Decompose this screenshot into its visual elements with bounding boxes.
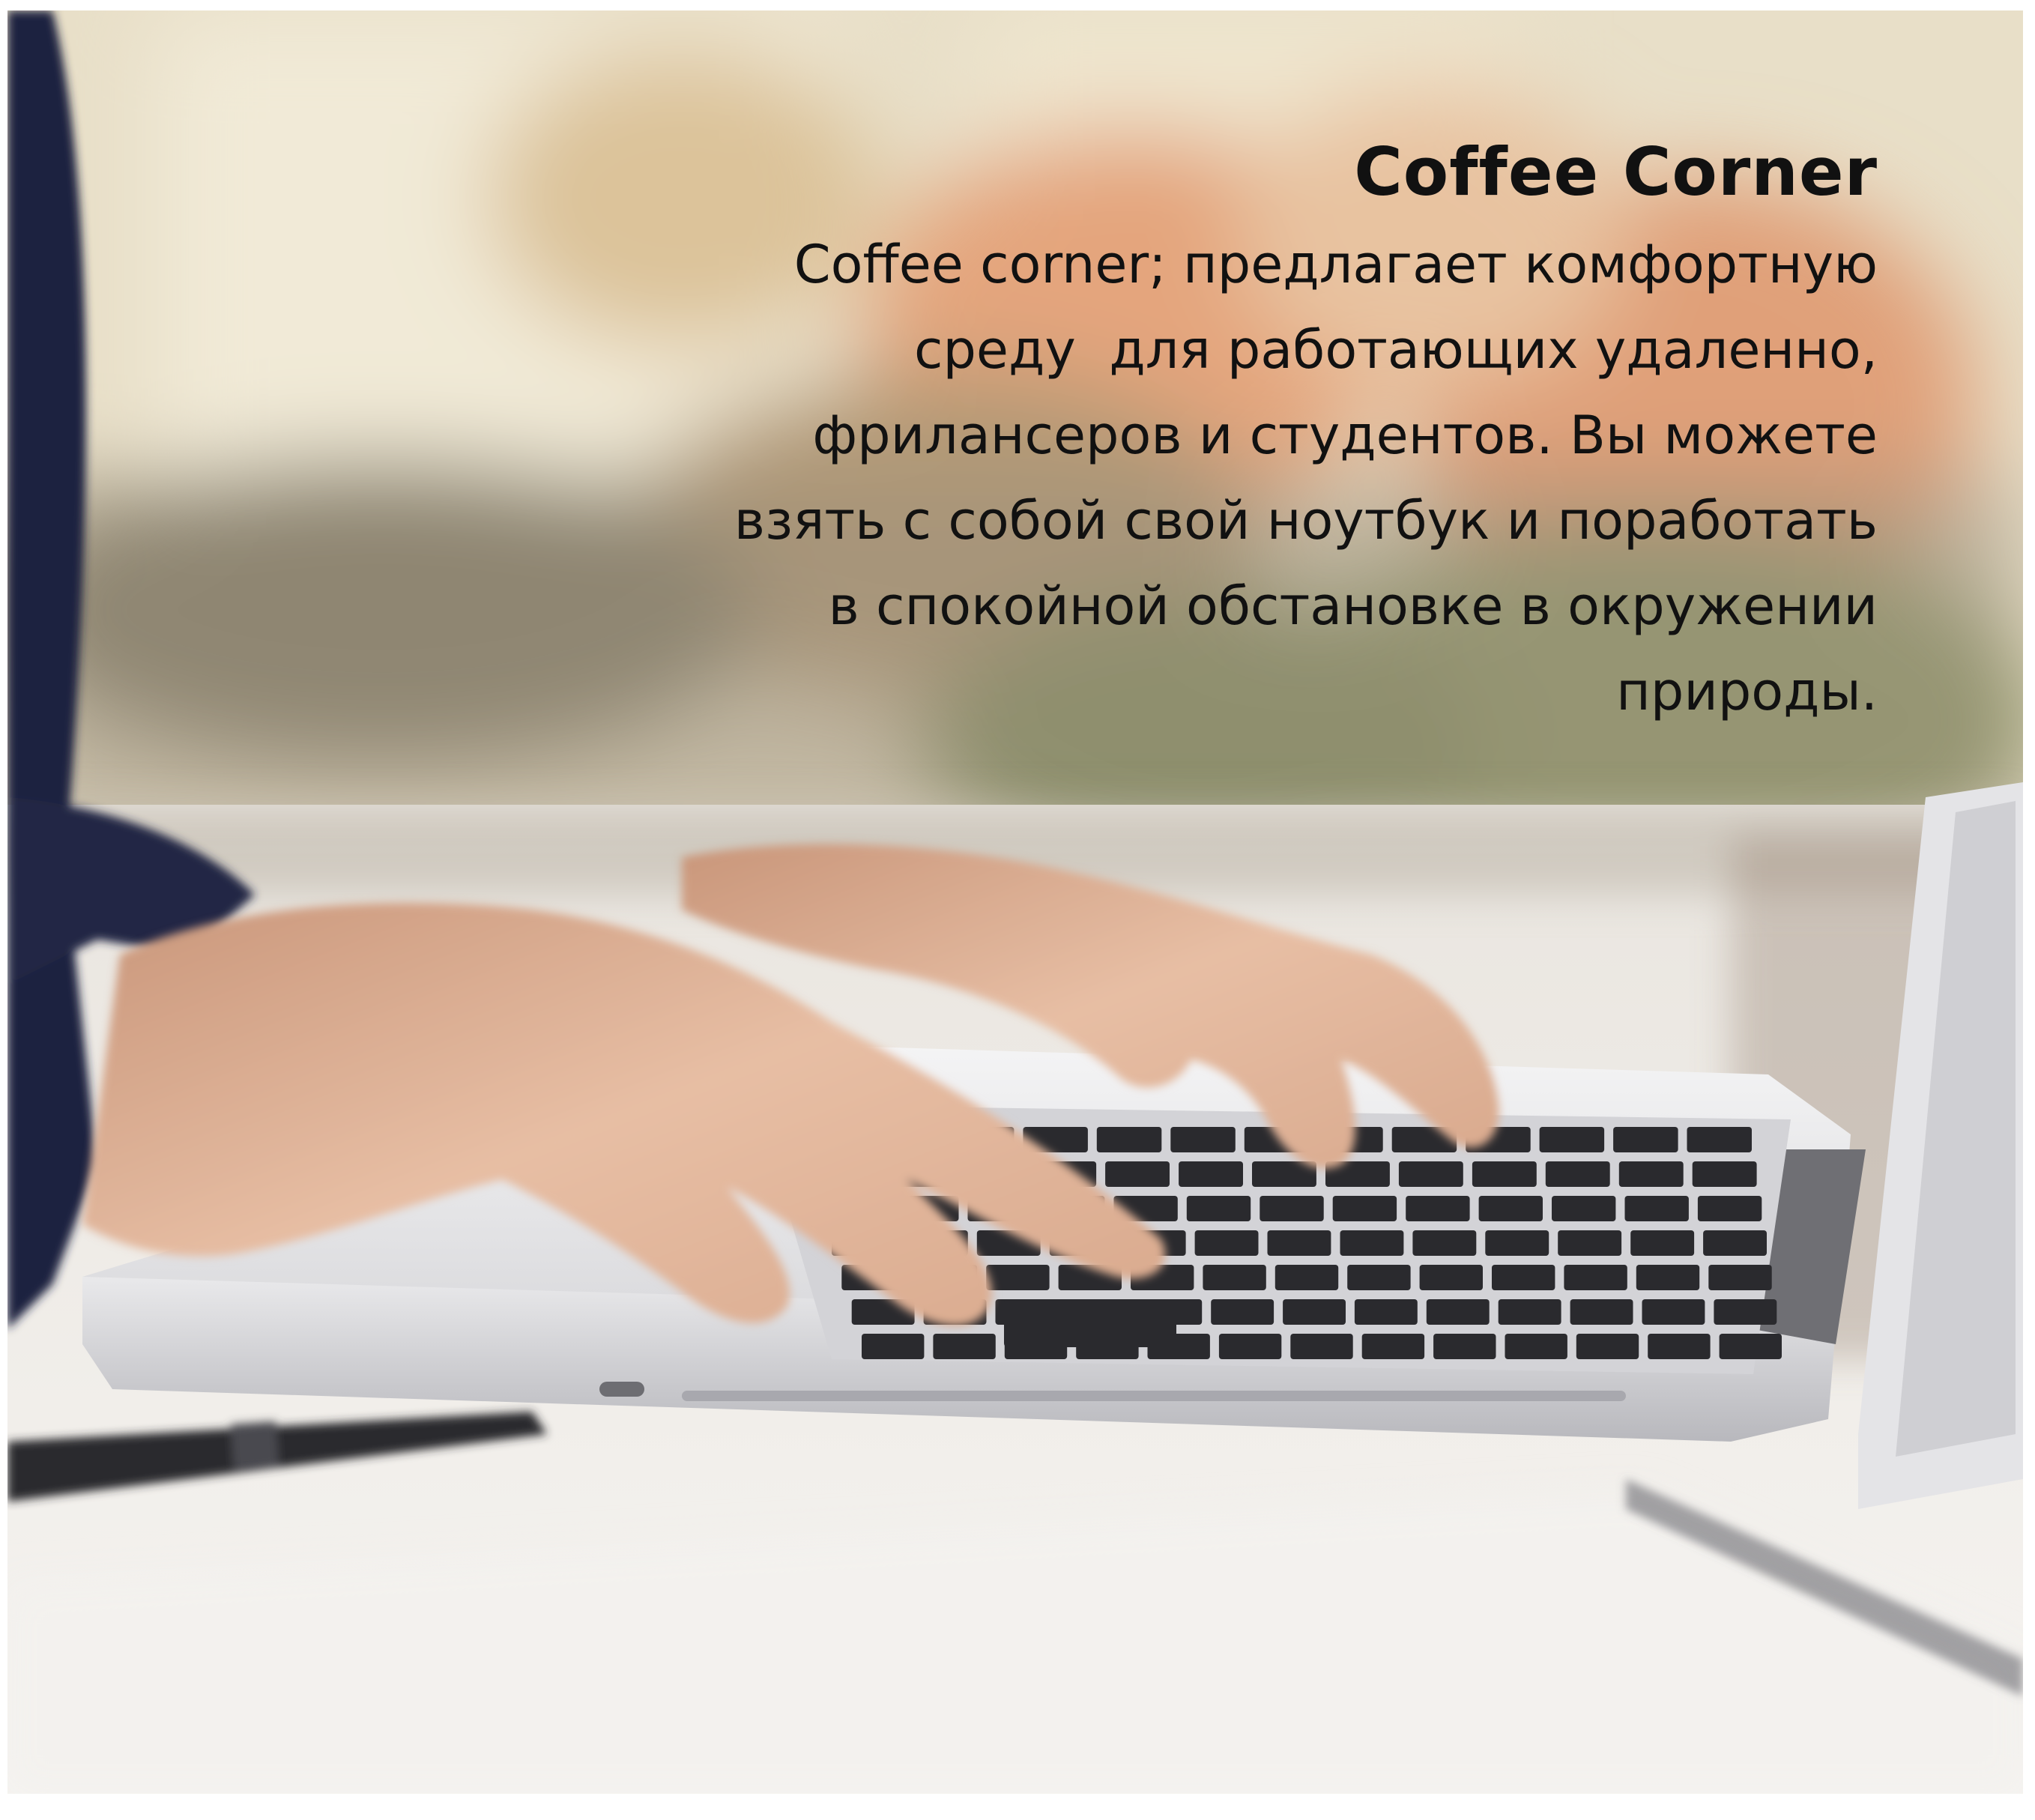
space-bar (1004, 1299, 1176, 1347)
keyboard-key (1361, 1334, 1425, 1359)
keyboard-key (1433, 1334, 1496, 1359)
keyboard-key (1498, 1299, 1561, 1325)
keyboard-key (1267, 1230, 1331, 1256)
keyboard-key (1211, 1299, 1274, 1325)
keyboard-key (986, 1265, 1050, 1290)
keyboard-key (1472, 1161, 1537, 1187)
keyboard-key (1283, 1299, 1346, 1325)
keyboard-key (1539, 1127, 1605, 1152)
card-title: Coffee Corner (1354, 133, 1878, 211)
keyboard-key (1492, 1265, 1555, 1290)
keyboard-key (1412, 1230, 1477, 1256)
keyboard-key (1558, 1230, 1622, 1256)
keyboard-key (1636, 1265, 1700, 1290)
keyboard-key (1630, 1230, 1695, 1256)
description-line: взять с собой свой ноутбук и поработать (734, 490, 1878, 551)
keyboard-key (1552, 1196, 1616, 1221)
description-line: фрилансеров и студентов. Вы можете (812, 405, 1878, 466)
keyboard-key (1478, 1196, 1543, 1221)
keyboard-key (1703, 1230, 1767, 1256)
keyboard-key (1105, 1161, 1170, 1187)
keyboard-key (1426, 1299, 1490, 1325)
keyboard-key (1719, 1334, 1782, 1359)
keyboard-key (1096, 1127, 1162, 1152)
keyboard-key (1218, 1334, 1282, 1359)
description-line: Coffee corner; предлагает комфортную (793, 234, 1878, 295)
keyboard-key (1708, 1265, 1772, 1290)
keyboard-key (1179, 1161, 1243, 1187)
keyboard-key (1570, 1299, 1633, 1325)
keyboard-key (1406, 1196, 1470, 1221)
keyboard-key (1194, 1230, 1259, 1256)
keyboard-key (1714, 1299, 1777, 1325)
keyboard-key (1692, 1161, 1757, 1187)
keyboard-key (1648, 1334, 1711, 1359)
keyboard-key (1576, 1334, 1639, 1359)
keyboard-key (1505, 1334, 1567, 1359)
keyboard-key (933, 1334, 996, 1359)
keyboard-key (1618, 1161, 1684, 1187)
keyboard-key (1186, 1196, 1251, 1221)
keyboard-key (1419, 1265, 1483, 1290)
keyboard-key (1398, 1161, 1463, 1187)
keyboard-key (1354, 1299, 1418, 1325)
keyboard-key (1252, 1161, 1316, 1187)
keyboard-key (1347, 1265, 1411, 1290)
keyboard-key (1340, 1230, 1404, 1256)
keyboard-key (1203, 1265, 1266, 1290)
description-line: среду для работающих удаленно, (914, 319, 1878, 381)
description-line: природы. (1616, 661, 1878, 722)
keyboard-key (1564, 1265, 1627, 1290)
keyboard-key (1642, 1299, 1705, 1325)
description-line: в спокойной обстановке в окружении (828, 575, 1878, 637)
keyboard-key (1545, 1161, 1610, 1187)
keyboard-key (1290, 1334, 1353, 1359)
keyboard-key (1697, 1196, 1762, 1221)
keyboard-key (1260, 1196, 1324, 1221)
keyboard-key (1687, 1127, 1752, 1152)
keyboard-key (1332, 1196, 1397, 1221)
keyboard-key (1485, 1230, 1549, 1256)
keyboard-key (1274, 1265, 1339, 1290)
keyboard-key (1170, 1127, 1236, 1152)
keyboard-key (1624, 1196, 1689, 1221)
keyboard-key (1613, 1127, 1678, 1152)
keyboard-key (862, 1334, 925, 1359)
description-card: Coffee Corner Coffee corner; предлагает … (454, 127, 1878, 734)
page-canvas: Coffee Corner Coffee corner; предлагает … (0, 0, 2035, 1820)
